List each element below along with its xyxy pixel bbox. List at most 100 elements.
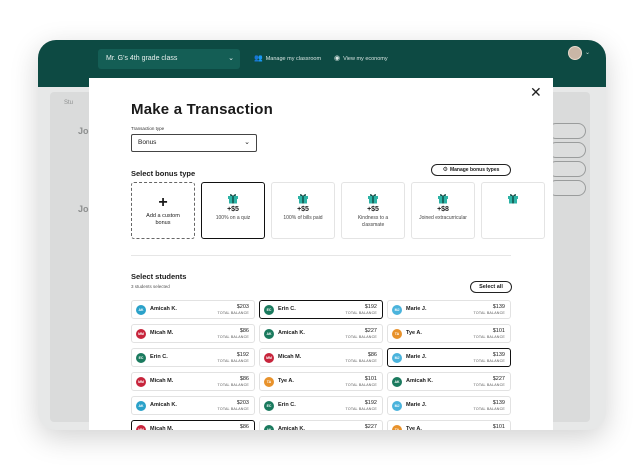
add-custom-bonus-button[interactable]: + Add a custom bonus [131,182,195,239]
student-card[interactable]: MMMicah M.$86TOTAL BALANCE [131,324,255,343]
student-card[interactable]: MJ Marie J. $139 TOTAL BALANCE [387,396,511,415]
student-name: Tye A. [406,426,422,430]
class-selector[interactable]: Mr. G's 4th grade class ⌄ [98,49,240,69]
nav-manage-classroom[interactable]: 👥 Manage my classroom [254,49,321,69]
student-balance-amount: $101 [364,375,377,382]
student-name: Tye A. [278,378,294,384]
bonus-card-partial[interactable] [481,182,545,239]
student-balance-amount: $86 [239,375,249,382]
student-card[interactable]: AKAmicah K.$227TOTAL BALANCE [387,372,511,391]
student-card[interactable]: AK Amicah K. $203 TOTAL BALANCE [131,300,255,319]
student-balance-amount: $86 [239,423,249,430]
total-balance-label: TOTAL BALANCE [345,359,377,363]
student-name: Amicah K. [278,426,305,430]
student-avatar: MM [264,353,274,363]
bonus-card[interactable]: +$8 Joined extracurricular [411,182,475,239]
student-card[interactable]: MMMicah M.$86TOTAL BALANCE [131,420,255,430]
total-balance-label: TOTAL BALANCE [473,311,505,315]
student-avatar: AK [392,377,402,387]
student-avatar: MJ [392,401,402,411]
gift-icon [412,191,474,204]
selected-count: 3 students selected [131,284,170,289]
student-balance-amount: $139 [492,303,505,310]
eye-icon: ◉ [334,55,341,62]
student-avatar: TA [264,377,274,387]
chevron-down-icon: ⌄ [228,55,234,62]
total-balance-label: TOTAL BALANCE [217,311,249,315]
student-balance-amount: $203 [236,303,249,310]
transaction-modal: ✕ Make a Transaction Transaction type Bo… [89,78,553,430]
student-card[interactable]: MJ Marie J. $139 TOTAL BALANCE [387,348,511,367]
select-all-button[interactable]: Select all [470,281,512,293]
student-name: Amicah K. [406,378,433,384]
transaction-type-select[interactable]: Bonus ⌄ [131,134,257,152]
nav-economy-label: View my economy [343,56,388,62]
bonus-amount: +$8 [437,206,449,213]
student-avatar: MJ [392,353,402,363]
user-avatar[interactable] [568,46,582,60]
student-card[interactable]: EC Erin C. $192 TOTAL BALANCE [259,300,383,319]
bonus-description: 100% on a quiz [215,215,251,221]
student-avatar: AK [136,305,146,315]
select-students-heading: Select students [131,272,187,281]
student-balance-amount: $227 [492,375,505,382]
student-balance-amount: $86 [367,351,377,358]
student-balance-amount: $139 [492,351,505,358]
total-balance-label: TOTAL BALANCE [473,407,505,411]
total-balance-label: TOTAL BALANCE [217,359,249,363]
nav-manage-label: Manage my classroom [265,56,322,62]
student-avatar: MM [136,329,146,339]
total-balance-label: TOTAL BALANCE [217,407,249,411]
student-name: Erin C. [278,306,296,312]
student-name: Marie J. [406,354,427,360]
student-avatar: MJ [392,305,402,315]
student-balance-amount: $203 [236,399,249,406]
bonus-amount: +$5 [297,206,309,213]
student-name: Amicah K. [278,330,305,336]
student-avatar: TA [392,329,402,339]
manage-bonus-types-button[interactable]: ⚙ Manage bonus types [431,164,511,176]
student-balance-amount: $192 [364,303,377,310]
student-avatar: MM [136,377,146,387]
bonus-card[interactable]: +$5 100% of bills paid [271,182,335,239]
background-pill [548,123,586,139]
chevron-down-icon[interactable]: ⌄ [585,49,590,56]
student-avatar: AK [264,329,274,339]
manage-bonus-label: Manage bonus types [449,167,500,173]
bonus-description: Joined extracurricular [419,215,467,221]
bonus-card[interactable]: +$5 Kindness to a classmate [341,182,405,239]
student-name: Micah M. [150,330,174,336]
transaction-type-label: Transaction type [131,126,165,131]
class-name: Mr. G's 4th grade class [106,55,178,62]
custom-bonus-label: Add a custom bonus [146,213,180,226]
student-name: Amicah K. [150,402,177,408]
student-card[interactable]: AKAmicah K.$227TOTAL BALANCE [259,420,383,430]
student-card[interactable]: EC Erin C. $192 TOTAL BALANCE [131,348,255,367]
student-card[interactable]: MMMicah M.$86TOTAL BALANCE [259,348,383,367]
student-card[interactable]: MJ Marie J. $139 TOTAL BALANCE [387,300,511,319]
transaction-type-value: Bonus [138,139,157,146]
student-card[interactable]: TATye A.$101TOTAL BALANCE [259,372,383,391]
gift-icon [482,191,544,204]
total-balance-label: TOTAL BALANCE [345,335,377,339]
student-card[interactable]: TATye A.$101TOTAL BALANCE [387,324,511,343]
student-card[interactable]: AKAmicah K.$227TOTAL BALANCE [259,324,383,343]
bonus-description: Kindness to a classmate [357,215,389,228]
bonus-amount: +$5 [367,206,379,213]
modal-title: Make a Transaction [131,101,273,118]
student-avatar: AK [264,425,274,430]
student-name: Tye A. [406,330,422,336]
student-card[interactable]: EC Erin C. $192 TOTAL BALANCE [259,396,383,415]
close-icon[interactable]: ✕ [530,84,542,101]
student-card[interactable]: MMMicah M.$86TOTAL BALANCE [131,372,255,391]
student-card[interactable]: AK Amicah K. $203 TOTAL BALANCE [131,396,255,415]
bonus-card[interactable]: +$5 100% on a quiz [201,182,265,239]
student-avatar: EC [264,401,274,411]
student-card[interactable]: TATye A.$101TOTAL BALANCE [387,420,511,430]
total-balance-label: TOTAL BALANCE [345,407,377,411]
nav-view-economy[interactable]: ◉ View my economy [334,49,388,69]
total-balance-label: TOTAL BALANCE [345,311,377,315]
student-avatar: MM [136,425,146,430]
student-name: Amicah K. [150,306,177,312]
student-name: Marie J. [406,402,427,408]
